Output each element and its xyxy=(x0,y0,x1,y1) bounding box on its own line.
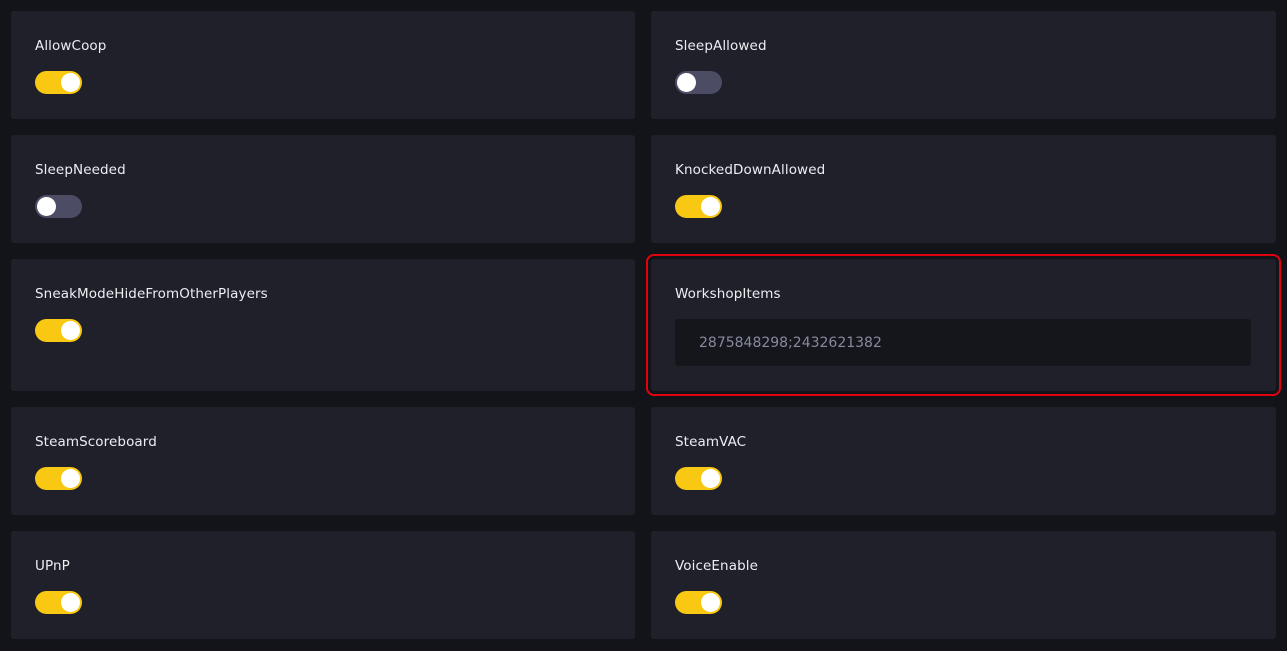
setting-card-sneakmodehidefromotherplayers: SneakModeHideFromOtherPlayers xyxy=(11,259,635,391)
settings-grid: AllowCoop SleepAllowed SleepNeeded Knock… xyxy=(11,11,1281,639)
setting-label: AllowCoop xyxy=(35,38,107,54)
toggle-knob xyxy=(701,469,720,488)
steamscoreboard-toggle[interactable] xyxy=(35,467,82,490)
toggle-knob xyxy=(677,73,696,92)
upnp-toggle[interactable] xyxy=(35,591,82,614)
setting-card-voiceenable: VoiceEnable xyxy=(651,531,1276,639)
setting-card-allowcoop: AllowCoop xyxy=(11,11,635,119)
setting-card-sleepneeded: SleepNeeded xyxy=(11,135,635,243)
setting-label: KnockedDownAllowed xyxy=(675,162,826,178)
setting-label: VoiceEnable xyxy=(675,558,759,574)
toggle-knob xyxy=(61,469,80,488)
setting-label: SteamScoreboard xyxy=(35,434,157,450)
setting-card-sleepallowed: SleepAllowed xyxy=(651,11,1276,119)
setting-label: SleepNeeded xyxy=(35,162,126,178)
setting-label: SneakModeHideFromOtherPlayers xyxy=(35,286,268,302)
allowcoop-toggle[interactable] xyxy=(35,71,82,94)
toggle-knob xyxy=(37,197,56,216)
setting-card-upnp: UPnP xyxy=(11,531,635,639)
sleepallowed-toggle[interactable] xyxy=(675,71,722,94)
steamvac-toggle[interactable] xyxy=(675,467,722,490)
knockeddownallowed-toggle[interactable] xyxy=(675,195,722,218)
toggle-knob xyxy=(701,197,720,216)
toggle-knob xyxy=(61,73,80,92)
setting-label: UPnP xyxy=(35,558,70,574)
toggle-knob xyxy=(61,593,80,612)
setting-card-knockeddownallowed: KnockedDownAllowed xyxy=(651,135,1276,243)
toggle-knob xyxy=(701,593,720,612)
workshopitems-input[interactable] xyxy=(675,319,1251,366)
sneakmodehidefromotherplayers-toggle[interactable] xyxy=(35,319,82,342)
toggle-knob xyxy=(61,321,80,340)
voiceenable-toggle[interactable] xyxy=(675,591,722,614)
setting-label: SteamVAC xyxy=(675,434,747,450)
setting-label: SleepAllowed xyxy=(675,38,767,54)
setting-label: WorkshopItems xyxy=(675,286,781,302)
setting-card-steamvac: SteamVAC xyxy=(651,407,1276,515)
setting-card-steamscoreboard: SteamScoreboard xyxy=(11,407,635,515)
sleepneeded-toggle[interactable] xyxy=(35,195,82,218)
setting-card-workshopitems: WorkshopItems xyxy=(646,254,1281,396)
